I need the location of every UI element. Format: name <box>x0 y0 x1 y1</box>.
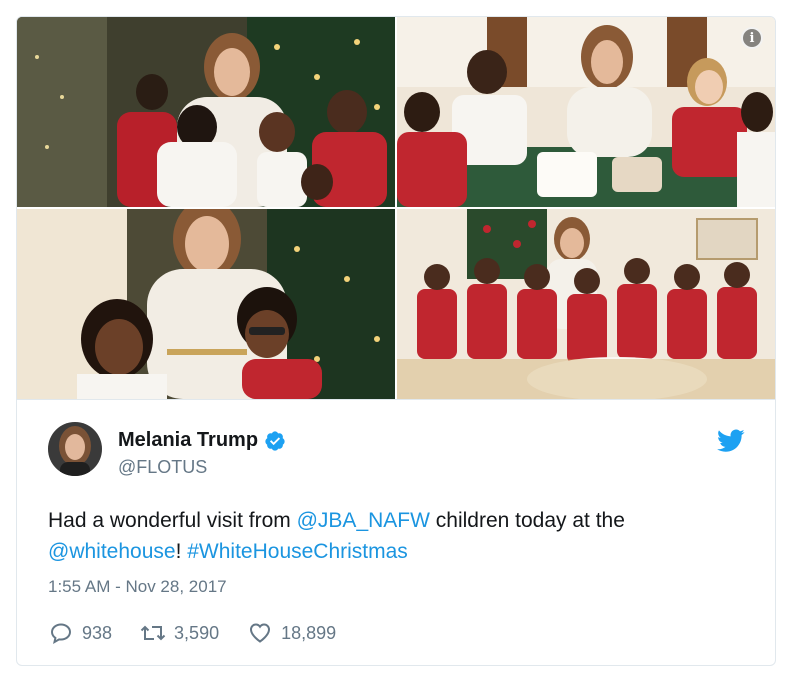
like-button[interactable]: 18,899 <box>247 621 336 645</box>
verified-badge-icon <box>265 430 285 451</box>
photo-group-portrait[interactable] <box>397 209 775 399</box>
tweet-text-part: ! <box>175 540 188 563</box>
tweet-card[interactable]: i Melania Trump @FLOTUS Had a wonderful … <box>16 16 776 666</box>
retweet-count: 3,590 <box>174 622 220 643</box>
mention-link-jba-nafw[interactable]: @JBA_NAFW <box>297 509 430 532</box>
media-grid[interactable]: i <box>17 17 775 399</box>
media-divider <box>17 399 775 400</box>
author-handle[interactable]: @FLOTUS <box>118 457 207 478</box>
twitter-bird-icon[interactable] <box>717 429 745 453</box>
avatar[interactable] <box>48 422 102 476</box>
photo-smiling-children[interactable] <box>17 209 395 399</box>
retweet-icon <box>140 625 166 641</box>
mention-link-whitehouse[interactable]: @whitehouse <box>48 540 176 563</box>
tweet-text-part: Had a wonderful visit from <box>48 509 297 532</box>
tweet-text: Had a wonderful visit from @JBA_NAFW chi… <box>48 505 748 567</box>
hashtag-link-whitehousechristmas[interactable]: #WhiteHouseChristmas <box>187 540 408 563</box>
tweet-text-part: children today at the <box>429 509 625 532</box>
heart-icon <box>250 623 271 643</box>
tweet-timestamp[interactable]: 1:55 AM - Nov 28, 2017 <box>48 577 227 597</box>
tweet-actions: 938 3,590 18,899 <box>48 621 364 645</box>
reply-count: 938 <box>82 622 113 643</box>
reply-button[interactable]: 938 <box>48 621 112 645</box>
author-name[interactable]: Melania Trump <box>118 429 258 452</box>
photo-hug-children[interactable] <box>17 17 395 207</box>
retweet-button[interactable]: 3,590 <box>140 621 219 645</box>
photo-crafts-table[interactable]: i <box>397 17 775 207</box>
author-name-row[interactable]: Melania Trump <box>118 429 286 452</box>
info-icon[interactable]: i <box>741 27 763 49</box>
reply-icon <box>50 623 72 644</box>
like-count: 18,899 <box>281 622 337 643</box>
